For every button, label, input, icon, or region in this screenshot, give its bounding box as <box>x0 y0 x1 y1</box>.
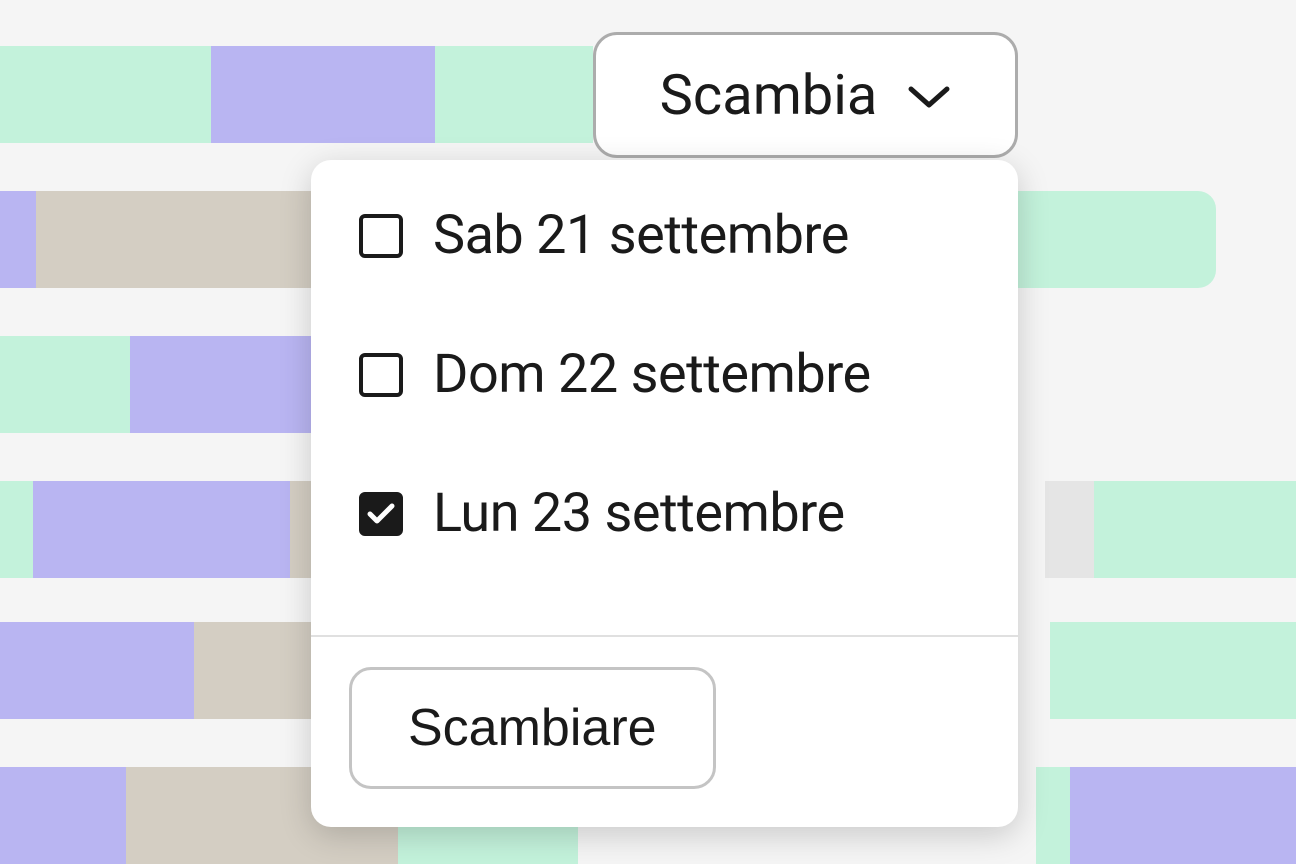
swap-dropdown-trigger[interactable]: Scambia <box>593 32 1018 158</box>
date-option-1[interactable]: Dom 22 settembre <box>359 305 978 444</box>
calendar-cell <box>0 46 211 143</box>
checkbox[interactable] <box>359 353 403 397</box>
calendar-cell <box>0 622 194 719</box>
calendar-cell <box>194 622 320 719</box>
calendar-cell <box>0 191 36 288</box>
swap-dropdown-panel: Sab 21 settembre Dom 22 settembre Lun 23 s… <box>311 160 1018 827</box>
calendar-cell <box>1050 622 1296 719</box>
calendar-cell <box>211 46 435 143</box>
swap-submit-label: Scambiare <box>408 699 657 757</box>
calendar-cell <box>0 336 130 433</box>
date-option-0[interactable]: Sab 21 settembre <box>359 204 978 305</box>
calendar-cell <box>1070 767 1296 864</box>
calendar-cell <box>1094 481 1296 578</box>
date-option-label: Lun 23 settembre <box>433 482 845 545</box>
calendar-cell <box>0 767 126 864</box>
calendar-cell <box>0 481 33 578</box>
calendar-cell <box>33 481 290 578</box>
swap-submit-button[interactable]: Scambiare <box>349 667 716 789</box>
date-option-label: Sab 21 settembre <box>433 204 849 267</box>
date-option-2[interactable]: Lun 23 settembre <box>359 444 978 583</box>
checkbox[interactable] <box>359 214 403 258</box>
swap-trigger-label: Scambia <box>660 62 878 128</box>
chevron-down-icon <box>907 83 951 115</box>
calendar-cell <box>435 46 593 143</box>
date-option-label: Dom 22 settembre <box>433 343 871 406</box>
calendar-cell <box>1036 767 1070 864</box>
checkbox[interactable] <box>359 492 403 536</box>
calendar-cell <box>1045 481 1094 578</box>
